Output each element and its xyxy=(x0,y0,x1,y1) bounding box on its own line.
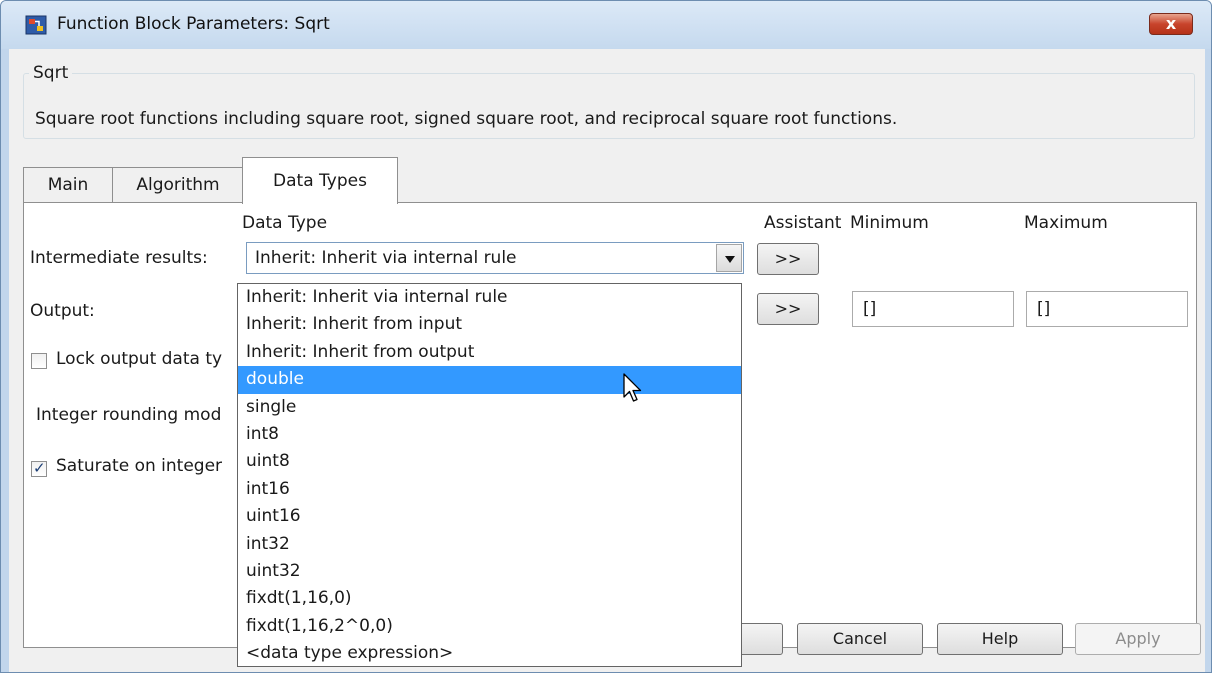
dropdown-option[interactable]: int16 xyxy=(238,476,741,503)
mouse-cursor-icon xyxy=(623,373,642,402)
dropdown-option[interactable]: Inherit: Inherit from input xyxy=(238,311,741,338)
dropdown-option[interactable]: fixdt(1,16,0) xyxy=(238,585,741,612)
cancel-button[interactable]: Cancel xyxy=(797,623,923,655)
tab-main[interactable]: Main xyxy=(23,167,113,203)
simulink-block-icon xyxy=(25,15,47,35)
column-header-maximum: Maximum xyxy=(1024,213,1108,233)
intermediate-results-label: Intermediate results: xyxy=(30,248,208,268)
column-header-data-type: Data Type xyxy=(242,213,328,233)
block-description-group xyxy=(23,73,1195,139)
output-maximum-input[interactable]: [] xyxy=(1026,291,1188,327)
dropdown-option[interactable]: fixdt(1,16,2^0,0) xyxy=(238,613,741,640)
intermediate-results-select[interactable]: Inherit: Inherit via internal rule xyxy=(246,242,744,274)
tab-algorithm[interactable]: Algorithm xyxy=(112,167,244,203)
lock-output-checkbox[interactable] xyxy=(31,353,47,369)
title-bar[interactable]: Function Block Parameters: Sqrt x xyxy=(1,1,1211,49)
dropdown-option-selected[interactable]: double xyxy=(238,366,741,394)
dropdown-option[interactable]: uint8 xyxy=(238,448,741,475)
dropdown-option[interactable]: uint32 xyxy=(238,558,741,585)
dropdown-option[interactable]: Inherit: Inherit via internal rule xyxy=(238,284,741,311)
lock-output-label: Lock output data ty xyxy=(56,349,223,369)
column-header-minimum: Minimum xyxy=(850,213,929,233)
rounding-mode-label: Integer rounding mod xyxy=(36,405,222,425)
output-assistant-button[interactable]: >> xyxy=(757,293,819,325)
column-header-assistant: Assistant xyxy=(764,213,842,233)
output-minimum-input[interactable]: [] xyxy=(852,291,1014,327)
help-button[interactable]: Help xyxy=(937,623,1063,655)
data-type-dropdown-list[interactable]: Inherit: Inherit via internal rule Inher… xyxy=(237,283,742,667)
tab-data-types[interactable]: Data Types xyxy=(242,157,398,204)
window-title: Function Block Parameters: Sqrt xyxy=(57,14,330,34)
block-description: Square root functions including square r… xyxy=(35,109,898,129)
dialog-window: Function Block Parameters: Sqrt x Sqrt S… xyxy=(0,0,1212,673)
chevron-down-icon[interactable] xyxy=(716,244,742,272)
apply-button[interactable]: Apply xyxy=(1075,623,1201,655)
group-title: Sqrt xyxy=(29,63,73,83)
intermediate-assistant-button[interactable]: >> xyxy=(757,243,819,275)
dropdown-option[interactable]: <data type expression> xyxy=(238,640,741,667)
saturate-label: Saturate on integer xyxy=(56,456,223,476)
dropdown-option[interactable]: single xyxy=(238,394,741,421)
dropdown-option[interactable]: Inherit: Inherit from output xyxy=(238,339,741,366)
intermediate-results-value: Inherit: Inherit via internal rule xyxy=(255,248,517,268)
close-button[interactable]: x xyxy=(1149,13,1193,35)
saturate-checkbox[interactable] xyxy=(31,459,47,477)
dropdown-option[interactable]: uint16 xyxy=(238,503,741,530)
dropdown-option[interactable]: int8 xyxy=(238,421,741,448)
output-label: Output: xyxy=(30,301,95,321)
dropdown-option[interactable]: int32 xyxy=(238,531,741,558)
